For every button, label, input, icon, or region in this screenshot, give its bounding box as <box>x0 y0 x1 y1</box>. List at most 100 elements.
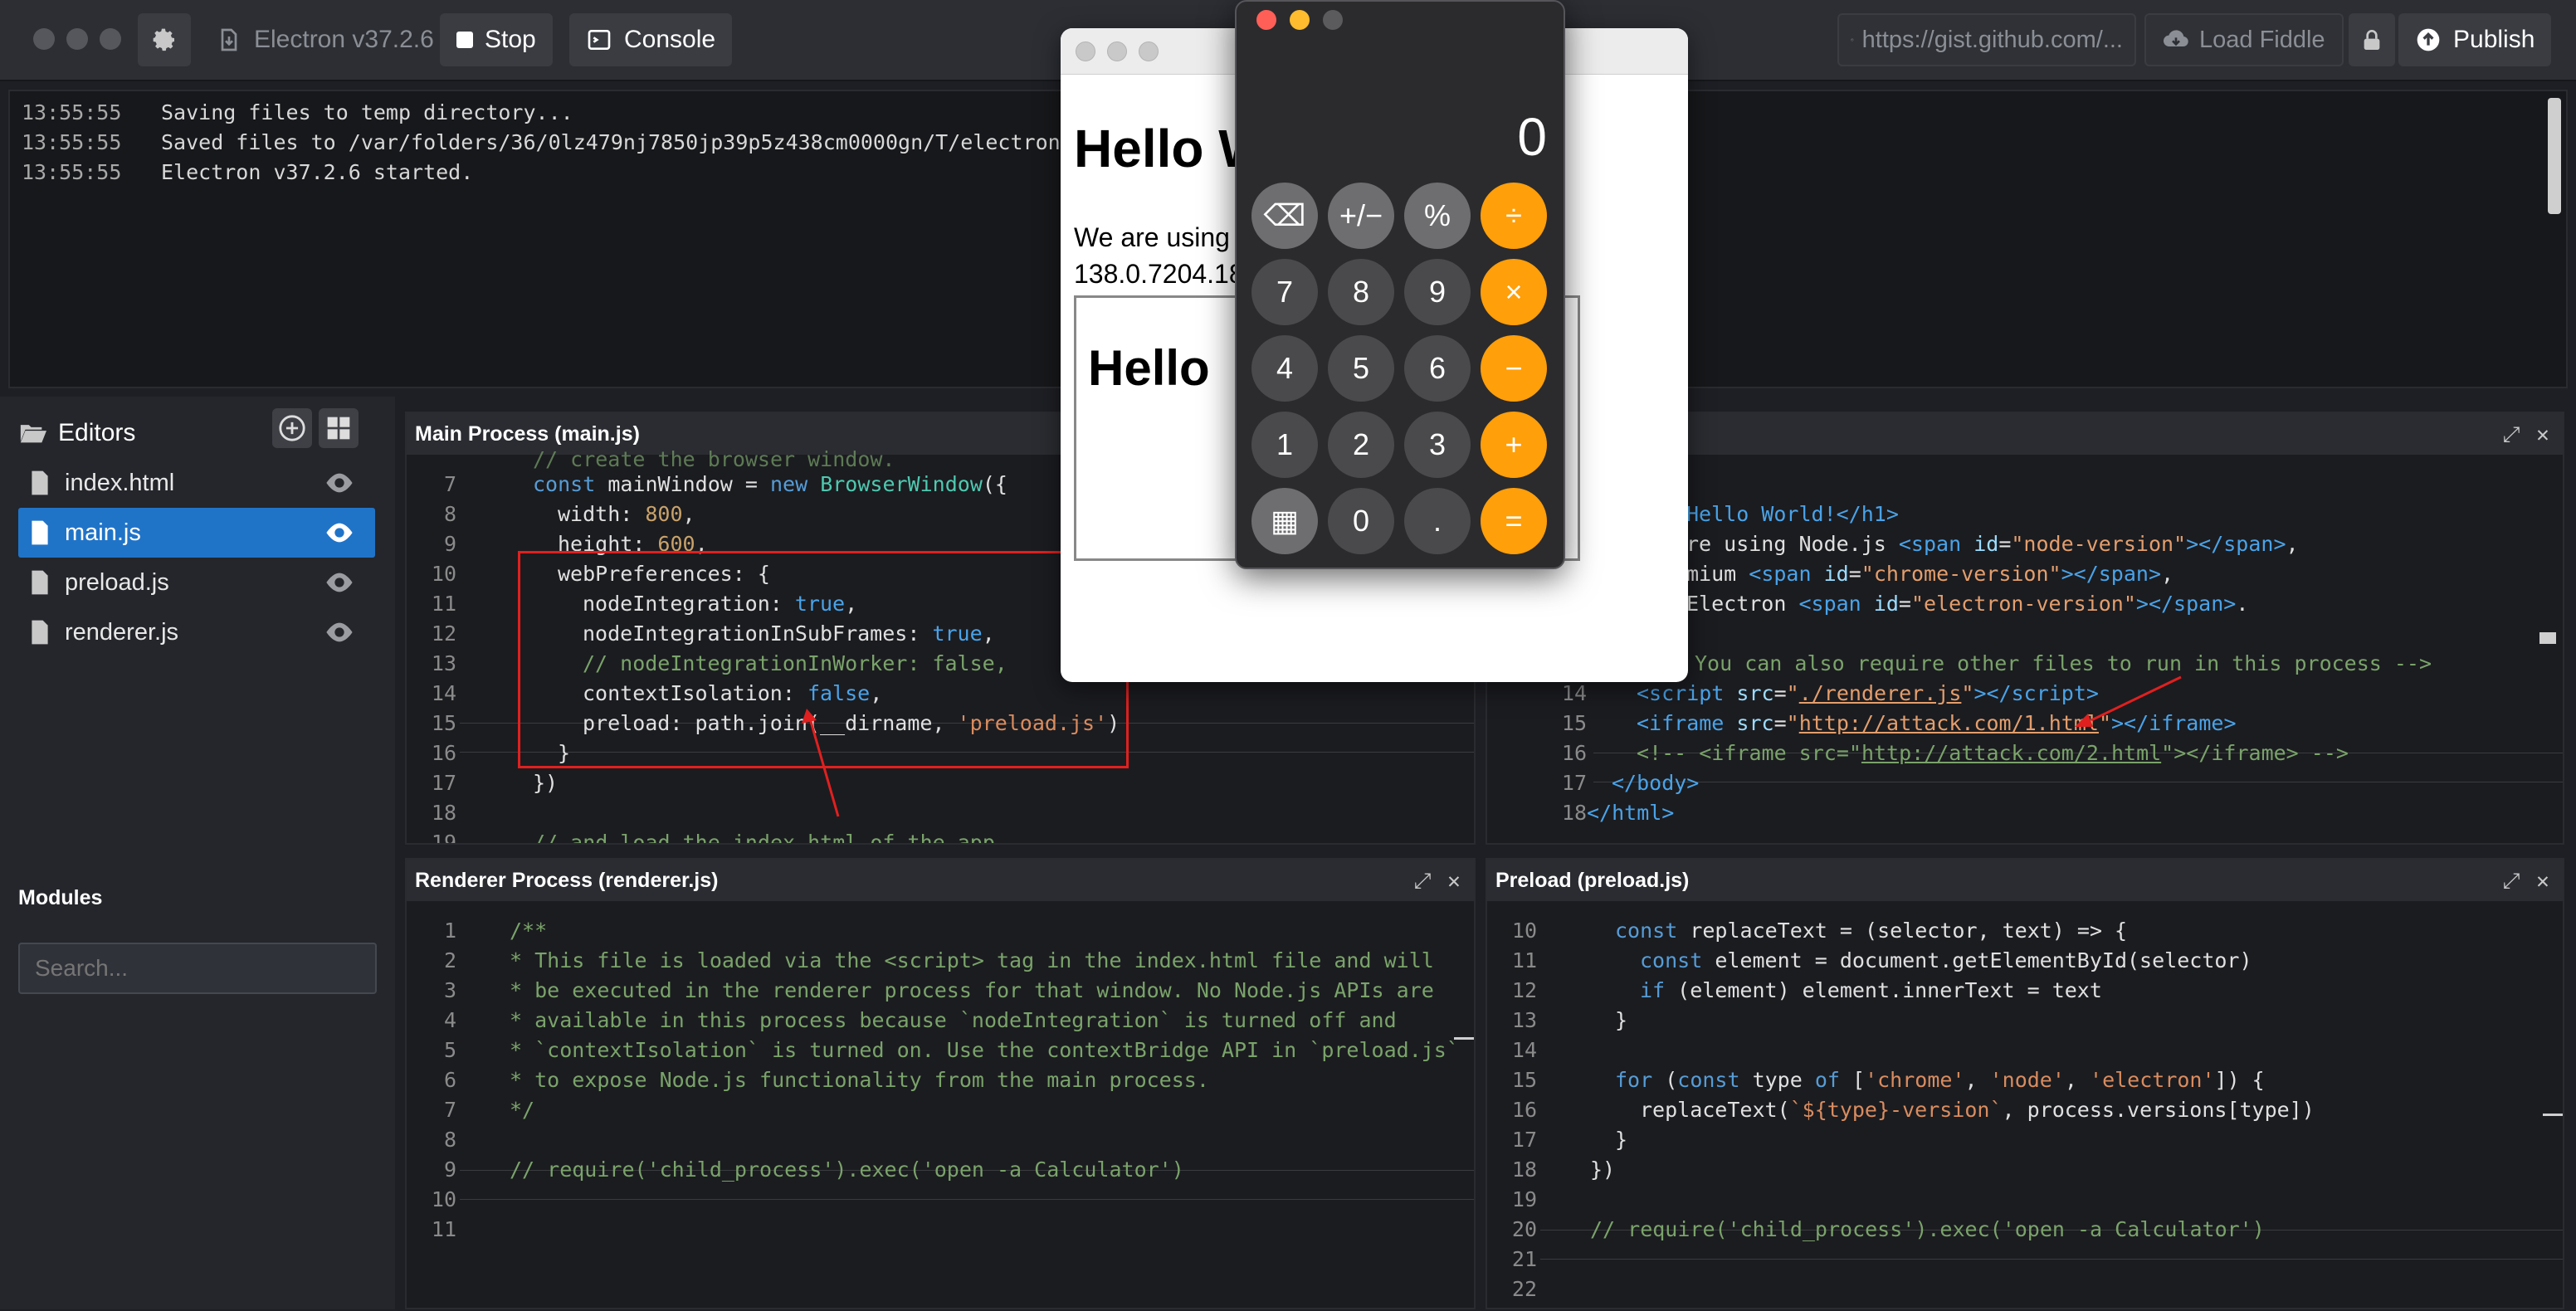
file-icon <box>32 470 48 495</box>
stop-label: Stop <box>485 26 536 53</box>
renderer-process-editor[interactable]: Renderer Process (renderer.js) ⤢ ✕ 1/** … <box>405 858 1476 1309</box>
eye-icon[interactable] <box>325 573 354 592</box>
grid-icon <box>327 417 350 440</box>
folder-open-icon <box>20 425 46 443</box>
zoom-dot[interactable] <box>1139 41 1159 61</box>
scroll-marker <box>1454 1037 1474 1040</box>
pane-title: Renderer Process (renderer.js) <box>407 860 1474 901</box>
gear-icon <box>153 28 174 51</box>
window-minimize-dot[interactable] <box>66 28 88 50</box>
app-text-line1: We are using <box>1074 222 1230 252</box>
calculator-window[interactable]: 0 ⌫ +/−% ÷ 7 8 9 × 4 5 6−1 2 3 + ▦ 0. = <box>1235 0 1565 569</box>
calc-key-zero[interactable]: 0 <box>1328 488 1394 554</box>
file-label: main.js <box>65 519 141 546</box>
calc-key-two[interactable]: 2 <box>1328 412 1394 478</box>
log-text: Saving files to temp directory... <box>161 100 573 124</box>
annotation-box <box>518 551 1129 768</box>
close-icon[interactable]: ✕ <box>1442 870 1466 893</box>
calc-key-one[interactable]: 1 <box>1251 412 1318 478</box>
sidebar-file-main-js[interactable]: main.js <box>18 508 375 558</box>
scroll-marker <box>2543 1114 2563 1116</box>
electron-version-selector[interactable]: Electron v37.2.6 <box>199 13 451 66</box>
file-icon <box>32 520 48 545</box>
log-time: 13:55:55 <box>22 100 122 124</box>
eye-icon[interactable] <box>325 523 354 543</box>
code-area[interactable]: 10 const replaceText = (selector, text) =… <box>1487 904 2563 1308</box>
eye-icon[interactable] <box>325 622 354 642</box>
iframe-heading: Hello <box>1088 340 1210 396</box>
close-icon[interactable]: ✕ <box>2531 423 2554 446</box>
close-icon[interactable]: ✕ <box>2531 870 2554 893</box>
sidebar-file-preload-js[interactable]: preload.js <box>18 558 375 607</box>
zoom-dot[interactable] <box>1323 10 1343 30</box>
calc-key-multiply[interactable]: × <box>1481 259 1547 325</box>
private-toggle[interactable] <box>2349 13 2395 66</box>
calc-key-plus-minus[interactable]: +/− <box>1328 183 1394 249</box>
publish-label: Publish <box>2453 26 2535 53</box>
github-icon <box>1851 38 1854 41</box>
log-text: Electron v37.2.6 started. <box>161 160 474 184</box>
calc-key-eight[interactable]: 8 <box>1328 259 1394 325</box>
editors-label: Editors <box>58 419 136 446</box>
settings-button[interactable] <box>138 13 191 66</box>
eye-icon[interactable] <box>325 473 354 493</box>
preload-editor[interactable]: Preload (preload.js) ⤢ ✕ 10 const replace… <box>1486 858 2564 1309</box>
calc-key-backspace[interactable]: ⌫ <box>1251 183 1318 249</box>
file-label: preload.js <box>65 568 169 596</box>
maximize-icon[interactable]: ⤢ <box>2500 423 2523 446</box>
window-zoom-dot[interactable] <box>100 28 121 50</box>
sidebar-file-index-html[interactable]: index.html <box>18 458 375 508</box>
stop-button[interactable]: Stop <box>440 13 553 66</box>
close-dot[interactable] <box>1256 10 1276 30</box>
plus-circle-icon <box>279 415 305 441</box>
version-label: Electron v37.2.6 <box>254 26 434 53</box>
maximize-icon[interactable]: ⤢ <box>1411 870 1434 893</box>
cloud-download-icon <box>2163 30 2188 47</box>
layout-grid-button[interactable] <box>319 408 359 448</box>
app-text-line2: 138.0.7204.18 <box>1074 259 1244 289</box>
lock-icon <box>2364 30 2380 50</box>
load-fiddle-label: Load Fiddle <box>2199 26 2325 53</box>
console-button[interactable]: Console <box>569 13 733 66</box>
scroll-marker <box>2539 632 2556 644</box>
console-label: Console <box>624 26 716 53</box>
sidebar: Editors index.html main.js preload.js re… <box>0 397 395 1309</box>
console-scrollbar[interactable] <box>2548 98 2561 214</box>
calc-key-plus[interactable]: + <box>1481 412 1547 478</box>
sidebar-file-renderer-js[interactable]: renderer.js <box>18 607 375 657</box>
file-label: index.html <box>65 469 175 496</box>
gist-url-input[interactable]: https://gist.github.com/... <box>1837 13 2136 66</box>
modules-label: Modules <box>18 886 103 909</box>
minimize-dot[interactable] <box>1290 10 1310 30</box>
add-editor-button[interactable] <box>272 408 312 448</box>
close-dot[interactable] <box>1076 41 1095 61</box>
calc-key-minus[interactable]: − <box>1481 335 1547 402</box>
file-download-icon <box>221 28 237 51</box>
log-time: 13:55:55 <box>22 130 122 154</box>
calc-key-equals[interactable]: = <box>1481 488 1547 554</box>
gist-url: https://gist.github.com/... <box>1861 26 2123 53</box>
calc-key-calculator-mode[interactable]: ▦ <box>1251 488 1318 554</box>
calc-key-nine[interactable]: 9 <box>1404 259 1471 325</box>
calc-key-five[interactable]: 5 <box>1328 335 1394 402</box>
log-text: Saved files to /var/folders/36/0lz479nj7… <box>161 130 1098 154</box>
window-close-dot[interactable] <box>33 28 55 50</box>
calc-key-six[interactable]: 6 <box>1404 335 1471 402</box>
minimize-dot[interactable] <box>1107 41 1127 61</box>
calc-key-three[interactable]: 3 <box>1404 412 1471 478</box>
calc-key-divide[interactable]: ÷ <box>1481 183 1547 249</box>
log-time: 13:55:55 <box>22 160 122 184</box>
modules-search-input[interactable] <box>18 943 377 994</box>
load-fiddle-button[interactable]: Load Fiddle <box>2144 13 2344 66</box>
upload-icon <box>2417 28 2440 51</box>
calc-key-percent[interactable]: % <box>1404 183 1471 249</box>
calc-key-decimal[interactable]: . <box>1404 488 1471 554</box>
code-area[interactable]: 1/** 2 * This file is loaded via the <scr… <box>407 904 1474 1308</box>
maximize-icon[interactable]: ⤢ <box>2500 870 2523 893</box>
file-icon <box>32 620 48 645</box>
calc-display: 0 <box>1517 107 1547 167</box>
calc-key-seven[interactable]: 7 <box>1251 259 1318 325</box>
file-icon <box>32 570 48 595</box>
calc-key-four[interactable]: 4 <box>1251 335 1318 402</box>
publish-button[interactable]: Publish <box>2398 13 2552 66</box>
